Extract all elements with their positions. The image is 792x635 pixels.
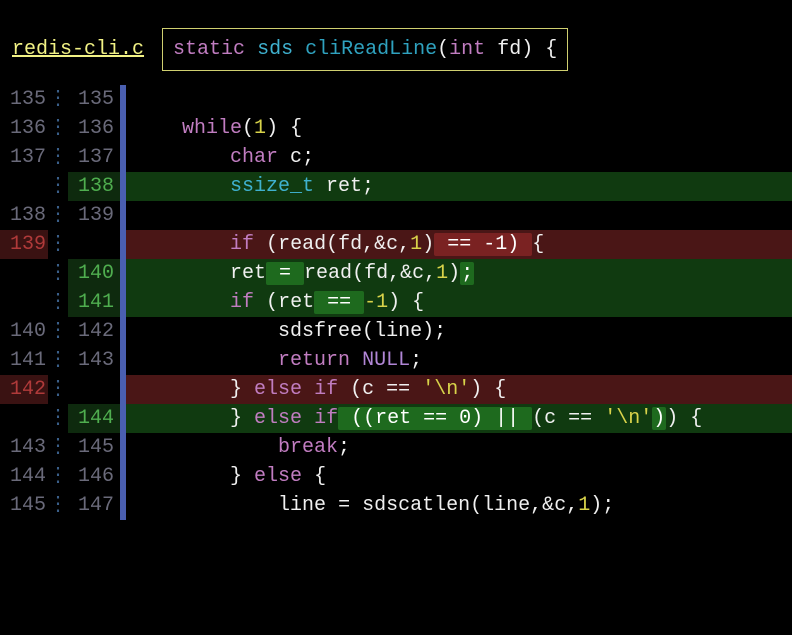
gutter-separator: ⋮ — [48, 346, 68, 375]
type-sds: sds — [257, 38, 293, 61]
type-int: int — [449, 38, 485, 61]
old-line-number — [0, 288, 48, 317]
old-line-number: 142 — [0, 375, 48, 404]
new-line-number — [68, 375, 120, 404]
diff-row[interactable]: ⋮140 ret = read(fd,&c,1); — [0, 259, 792, 288]
diff-row[interactable]: 143⋮145 break; — [0, 433, 792, 462]
new-line-number: 144 — [68, 404, 120, 433]
old-line-number: 139 — [0, 230, 48, 259]
old-line-number: 136 — [0, 114, 48, 143]
gutter-separator: ⋮ — [48, 143, 68, 172]
old-line-number: 135 — [0, 85, 48, 114]
new-line-number — [68, 230, 120, 259]
diff-row[interactable]: 144⋮146 } else { — [0, 462, 792, 491]
old-line-number: 143 — [0, 433, 48, 462]
old-line-number: 137 — [0, 143, 48, 172]
gutter-separator: ⋮ — [48, 85, 68, 114]
paren-close: ) — [521, 38, 533, 61]
diff-row[interactable]: 139⋮ if (read(fd,&c,1) == -1) { — [0, 230, 792, 259]
new-line-number: 142 — [68, 317, 120, 346]
new-line-number: 136 — [68, 114, 120, 143]
diff-row[interactable]: 136⋮136 while(1) { — [0, 114, 792, 143]
old-line-number — [0, 259, 48, 288]
code-cell: if (read(fd,&c,1) == -1) { — [126, 230, 792, 259]
new-line-number: 140 — [68, 259, 120, 288]
gutter-separator: ⋮ — [48, 230, 68, 259]
gutter-separator: ⋮ — [48, 317, 68, 346]
function-signature-box: static sds cliReadLine(int fd) { — [162, 28, 568, 71]
code-cell: while(1) { — [126, 114, 792, 143]
code-cell: char c; — [126, 143, 792, 172]
diff-row[interactable]: 135⋮135 — [0, 85, 792, 114]
new-line-number: 139 — [68, 201, 120, 230]
new-line-number: 138 — [68, 172, 120, 201]
code-cell: ssize_t ret; — [126, 172, 792, 201]
old-line-number — [0, 172, 48, 201]
file-name-link[interactable]: redis-cli.c — [12, 35, 144, 64]
new-line-number: 143 — [68, 346, 120, 375]
diff-row[interactable]: 141⋮143 return NULL; — [0, 346, 792, 375]
new-line-number: 135 — [68, 85, 120, 114]
code-cell: line = sdscatlen(line,&c,1); — [126, 491, 792, 520]
diff-row[interactable]: ⋮141 if (ret == -1) { — [0, 288, 792, 317]
arg-fd: fd — [497, 38, 521, 61]
diff-row[interactable]: 138⋮139 — [0, 201, 792, 230]
diff-row[interactable]: ⋮138 ssize_t ret; — [0, 172, 792, 201]
old-line-number: 138 — [0, 201, 48, 230]
diff-row[interactable]: 142⋮ } else if (c == '\n') { — [0, 375, 792, 404]
diff-row[interactable]: 140⋮142 sdsfree(line); — [0, 317, 792, 346]
gutter-separator: ⋮ — [48, 201, 68, 230]
code-cell: } else if ((ret == 0) || (c == '\n')) { — [126, 404, 792, 433]
new-line-number: 145 — [68, 433, 120, 462]
code-cell — [126, 201, 792, 230]
gutter-separator: ⋮ — [48, 114, 68, 143]
old-line-number: 145 — [0, 491, 48, 520]
code-cell: ret = read(fd,&c,1); — [126, 259, 792, 288]
code-cell: } else { — [126, 462, 792, 491]
gutter-separator: ⋮ — [48, 288, 68, 317]
function-name: cliReadLine — [305, 38, 437, 61]
old-line-number: 144 — [0, 462, 48, 491]
gutter-separator: ⋮ — [48, 172, 68, 201]
gutter-separator: ⋮ — [48, 375, 68, 404]
gutter-separator: ⋮ — [48, 404, 68, 433]
old-line-number: 141 — [0, 346, 48, 375]
old-line-number: 140 — [0, 317, 48, 346]
code-cell: if (ret == -1) { — [126, 288, 792, 317]
code-cell: break; — [126, 433, 792, 462]
diff-row[interactable]: 145⋮147 line = sdscatlen(line,&c,1); — [0, 491, 792, 520]
code-cell: sdsfree(line); — [126, 317, 792, 346]
code-cell: return NULL; — [126, 346, 792, 375]
diff-row[interactable]: 137⋮137 char c; — [0, 143, 792, 172]
new-line-number: 146 — [68, 462, 120, 491]
old-line-number — [0, 404, 48, 433]
gutter-separator: ⋮ — [48, 433, 68, 462]
new-line-number: 147 — [68, 491, 120, 520]
new-line-number: 141 — [68, 288, 120, 317]
diff-row[interactable]: ⋮144 } else if ((ret == 0) || (c == '\n'… — [0, 404, 792, 433]
code-cell — [126, 85, 792, 114]
paren-open: ( — [437, 38, 449, 61]
diff-table: 135⋮135136⋮136 while(1) {137⋮137 char c;… — [0, 85, 792, 520]
gutter-separator: ⋮ — [48, 491, 68, 520]
gutter-separator: ⋮ — [48, 259, 68, 288]
code-cell: } else if (c == '\n') { — [126, 375, 792, 404]
gutter-separator: ⋮ — [48, 462, 68, 491]
keyword-static: static — [173, 38, 245, 61]
brace-open: { — [545, 38, 557, 61]
new-line-number: 137 — [68, 143, 120, 172]
